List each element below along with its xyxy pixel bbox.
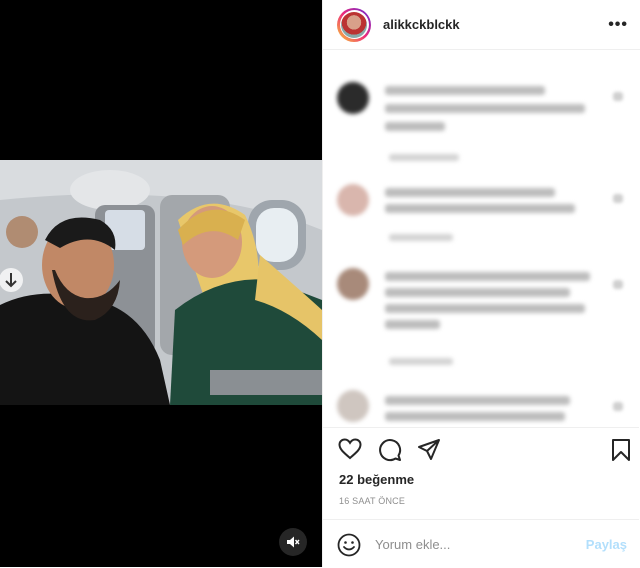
heart-icon[interactable] [338,438,362,460]
list-item [337,390,627,425]
comment-bubble-icon[interactable] [378,438,402,462]
post-photo[interactable] [0,160,322,405]
heart-icon[interactable] [613,92,623,101]
avatar[interactable] [337,82,369,114]
list-item [337,268,627,378]
comment-list[interactable] [323,60,639,425]
avatar[interactable] [337,390,369,422]
post-comment-button[interactable]: Paylaş [586,537,627,552]
post-timestamp: 16 SAAT ÖNCE [339,496,406,506]
avatar[interactable] [337,7,371,42]
add-comment-bar: Paylaş [323,519,639,568]
more-options-icon[interactable]: ••• [608,16,628,34]
heart-icon[interactable] [613,280,623,289]
like-count[interactable]: 22 beğenme [339,472,414,487]
avatar[interactable] [337,184,369,216]
username[interactable]: alikkckblckk [383,17,608,32]
speaker-muted-icon [287,536,300,548]
list-item [337,184,627,264]
bookmark-icon[interactable] [611,438,631,462]
smiley-icon[interactable] [337,533,361,557]
list-item [337,82,627,182]
post-header: alikkckblckk ••• [323,0,640,50]
post-actions [323,427,639,472]
comment-input[interactable] [375,534,565,554]
post-sidebar: alikkckblckk ••• 22 beğenme 16 SAAT ÖNCE… [322,0,640,567]
heart-icon[interactable] [613,402,623,411]
avatar[interactable] [337,268,369,300]
heart-icon[interactable] [613,194,623,203]
paper-plane-icon[interactable] [417,438,441,462]
mute-button[interactable] [279,528,307,556]
post-media[interactable] [0,0,322,567]
